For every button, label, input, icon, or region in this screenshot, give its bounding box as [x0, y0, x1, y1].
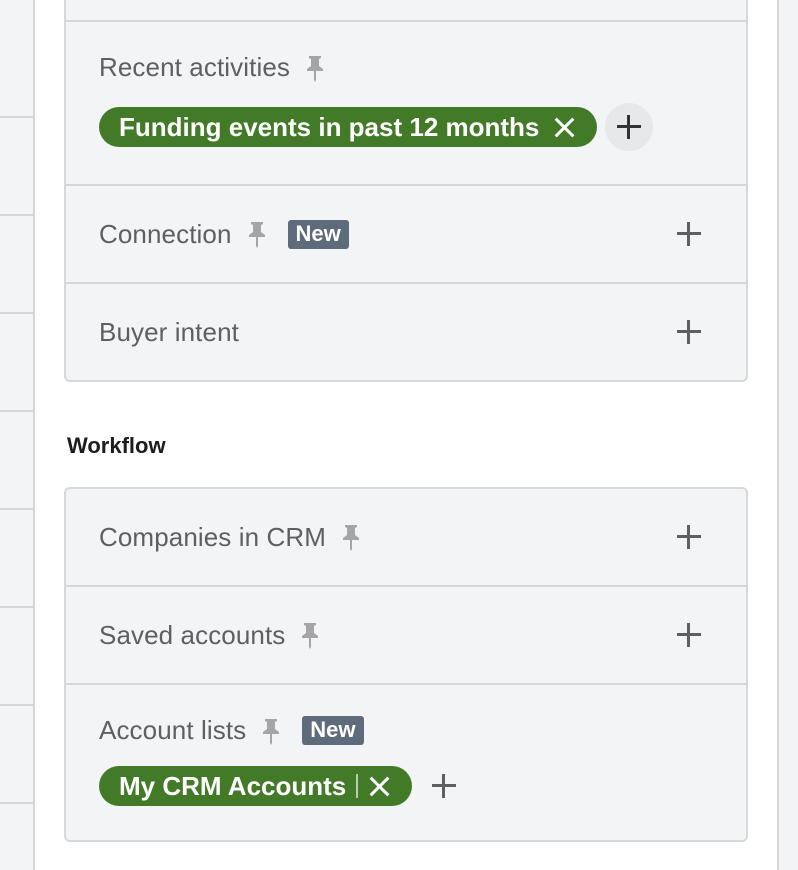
- pin-icon[interactable]: [299, 621, 321, 649]
- section-title-workflow: Workflow: [67, 433, 166, 458]
- filter-row-connection[interactable]: Connection New: [66, 184, 746, 282]
- previous-filter-row: [66, 0, 746, 20]
- divider: [0, 704, 33, 706]
- selected-filters: My CRM Accounts: [66, 746, 746, 840]
- close-icon[interactable]: [368, 775, 390, 797]
- filter-chip[interactable]: Funding events in past 12 months: [99, 107, 598, 147]
- divider: [0, 410, 33, 412]
- filter-card-workflow: Companies in CRM Saved accounts Account …: [64, 487, 748, 842]
- filter-chip[interactable]: My CRM Accounts: [99, 766, 413, 806]
- chip-label: My CRM Accounts: [119, 770, 347, 801]
- filter-label: Account lists: [99, 715, 247, 745]
- divider: [0, 312, 33, 314]
- close-icon[interactable]: [553, 116, 575, 138]
- left-results-panel: [0, 0, 35, 870]
- divider: [0, 606, 33, 608]
- selected-filters: Funding events in past 12 months: [66, 83, 746, 184]
- pin-icon[interactable]: [304, 54, 326, 82]
- divider: [0, 802, 33, 804]
- filter-row-buyer-intent[interactable]: Buyer intent: [66, 282, 746, 380]
- filter-header[interactable]: Account lists New: [66, 685, 746, 746]
- pin-icon[interactable]: [246, 220, 268, 248]
- pin-icon[interactable]: [340, 523, 362, 551]
- add-filter-button[interactable]: [430, 772, 458, 800]
- chip-separator: [356, 774, 359, 798]
- filter-header[interactable]: Recent activities: [66, 22, 746, 83]
- plus-icon[interactable]: [675, 621, 703, 649]
- filter-label: Recent activities: [99, 52, 290, 82]
- new-badge: New: [287, 219, 349, 249]
- divider: [0, 214, 33, 216]
- right-panel: [777, 0, 798, 870]
- filter-row-account-lists: Account lists New My CRM Accounts: [66, 683, 746, 840]
- filter-card-activities: Recent activities Funding events in past…: [64, 0, 748, 382]
- plus-icon[interactable]: [675, 523, 703, 551]
- plus-icon[interactable]: [675, 318, 703, 346]
- chip-label: Funding events in past 12 months: [119, 111, 540, 142]
- filter-row-companies-in-crm[interactable]: Companies in CRM: [66, 489, 746, 585]
- plus-icon[interactable]: [675, 220, 703, 248]
- pin-icon[interactable]: [260, 717, 282, 745]
- filter-label: Companies in CRM: [99, 521, 327, 552]
- divider: [0, 508, 33, 510]
- divider: [0, 116, 33, 118]
- filter-row-saved-accounts[interactable]: Saved accounts: [66, 585, 746, 683]
- filter-row-recent-activities: Recent activities Funding events in past…: [66, 20, 746, 184]
- filter-label: Saved accounts: [99, 619, 286, 650]
- filter-label: Buyer intent: [99, 316, 239, 347]
- filter-label: Connection: [99, 218, 232, 249]
- add-filter-button[interactable]: [605, 103, 654, 151]
- new-badge: New: [302, 716, 364, 745]
